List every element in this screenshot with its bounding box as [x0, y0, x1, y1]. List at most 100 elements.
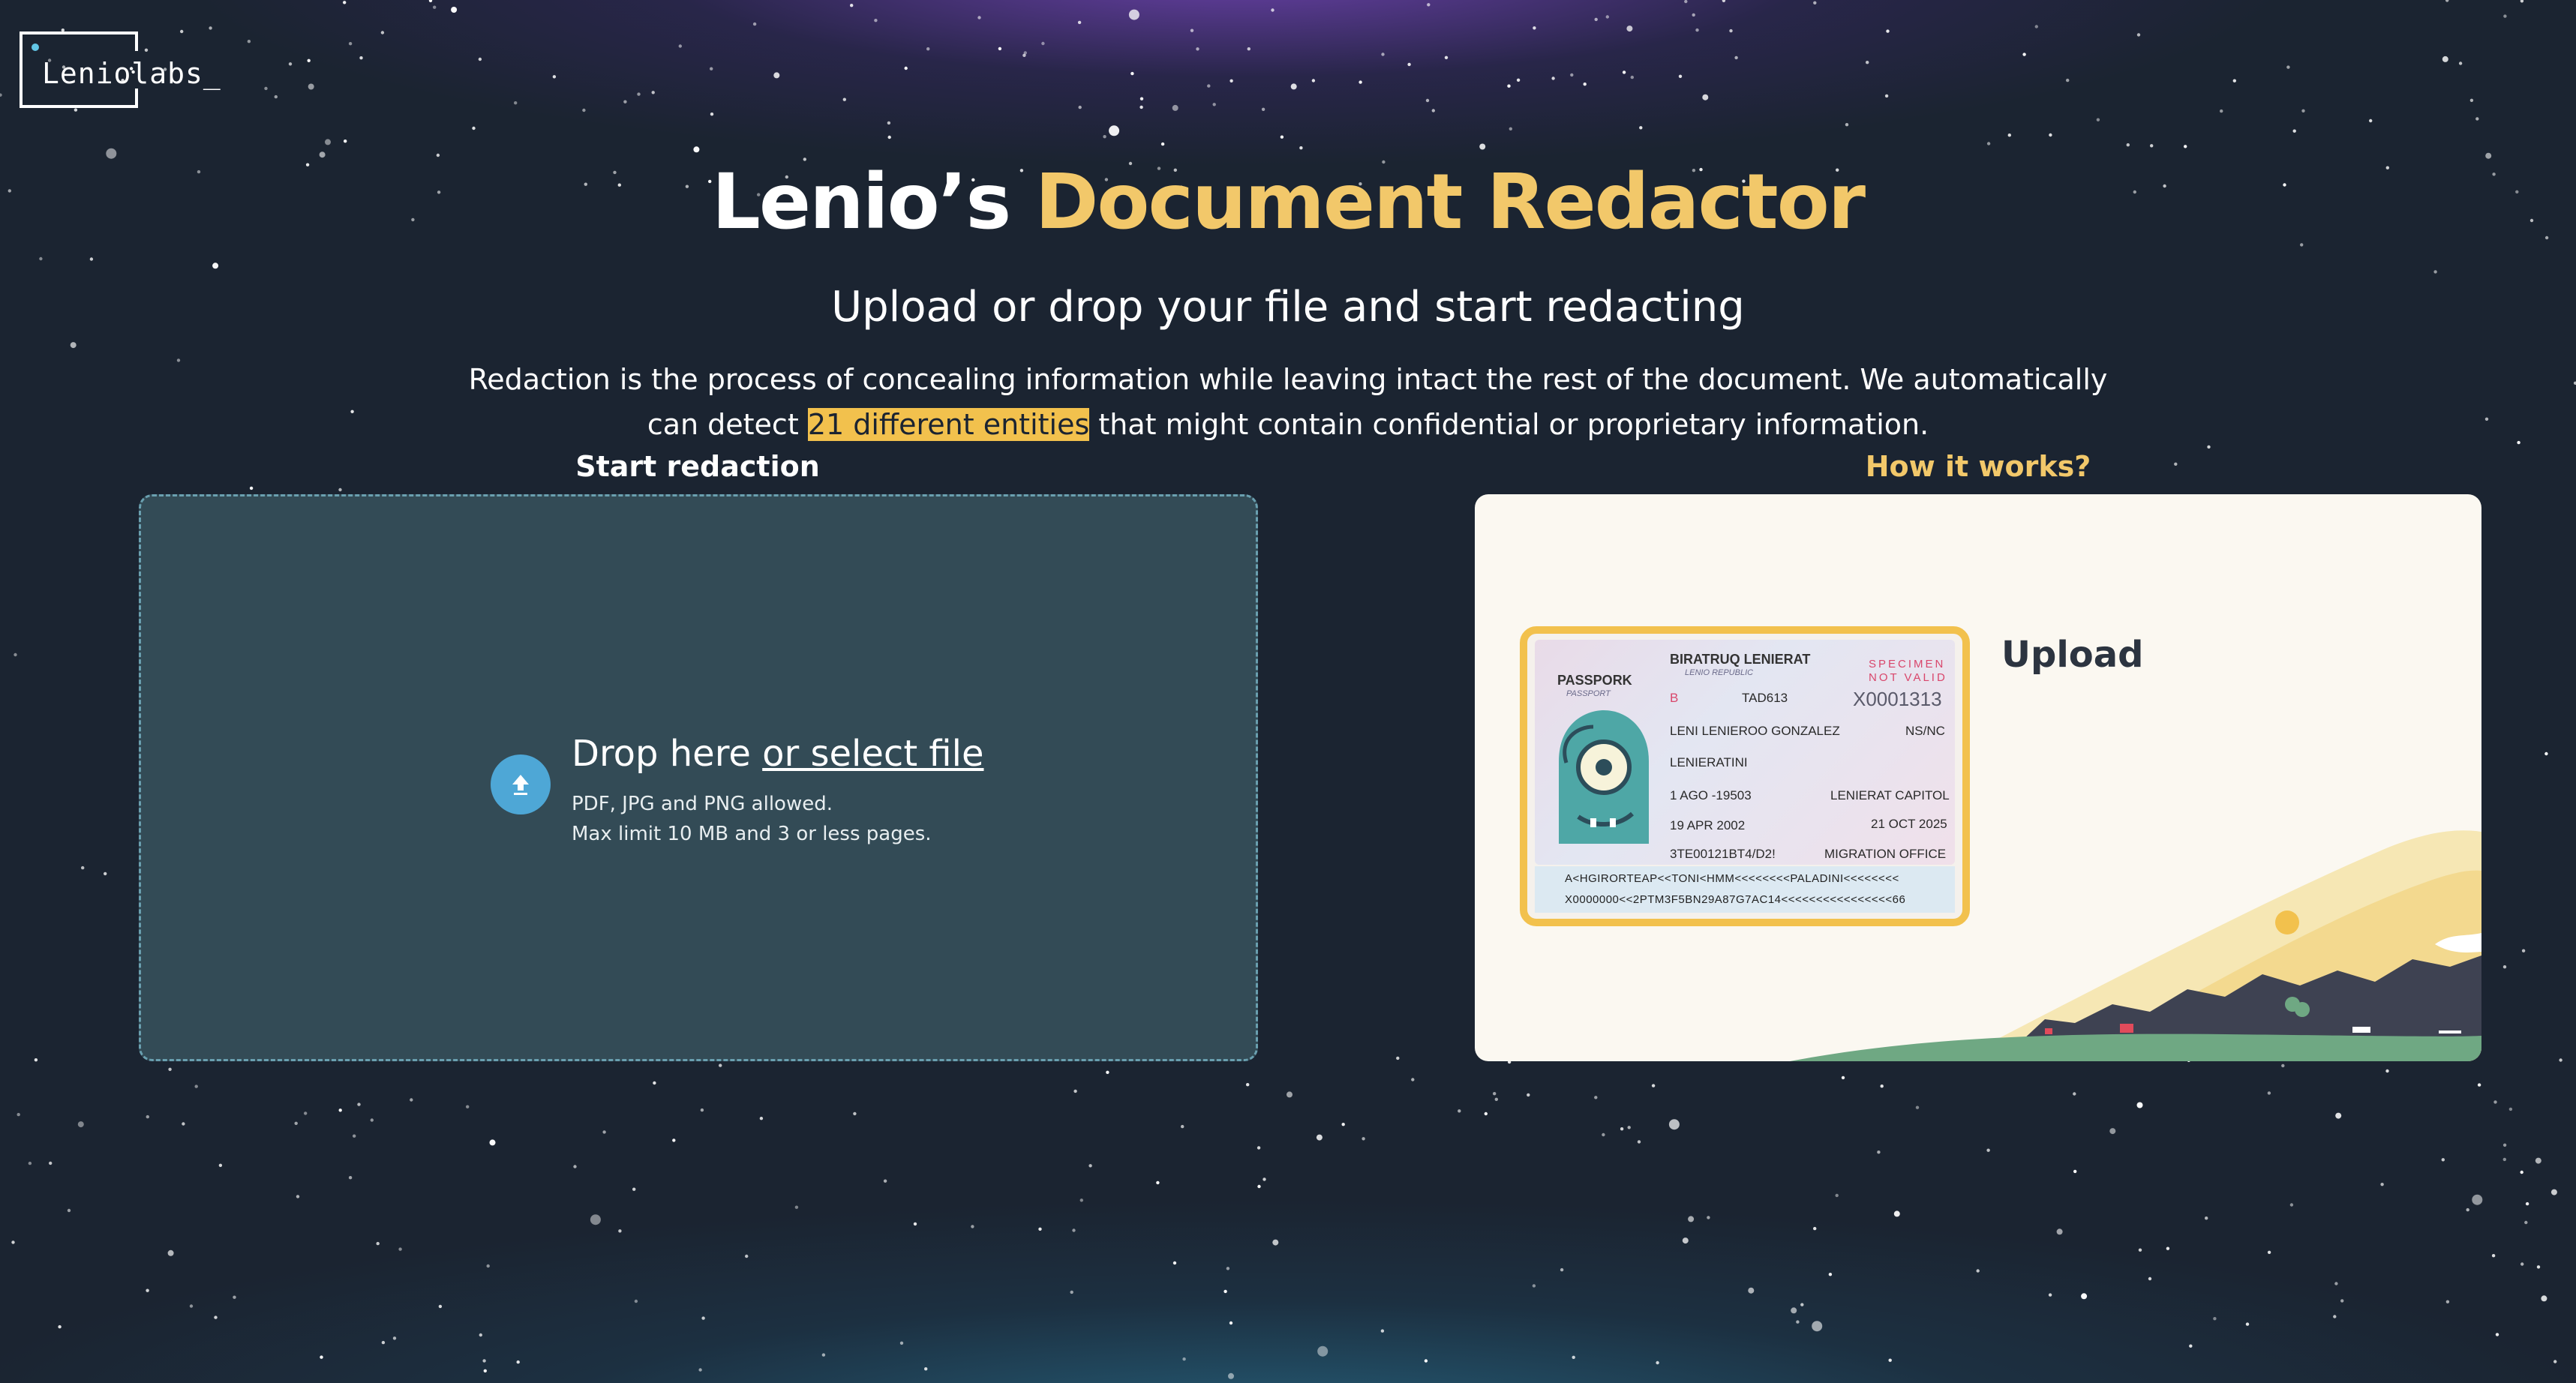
star	[146, 1288, 149, 1292]
star	[1271, 8, 1274, 12]
star	[2385, 1069, 2389, 1073]
star	[1079, 1198, 1084, 1202]
star	[489, 1139, 496, 1146]
star	[2525, 1202, 2529, 1206]
star	[1729, 28, 1733, 33]
star	[2034, 25, 2038, 28]
star	[438, 1304, 443, 1309]
star	[14, 652, 17, 657]
star	[218, 1163, 223, 1168]
star	[2056, 1228, 2063, 1235]
star	[433, 5, 437, 9]
star	[2007, 134, 2011, 137]
star	[651, 91, 655, 94]
star	[1986, 142, 1991, 146]
star	[2205, 1216, 2208, 1220]
star	[28, 1161, 32, 1166]
star	[482, 1359, 486, 1363]
star	[353, 1134, 356, 1138]
star	[1976, 1269, 1980, 1273]
passport-number: X0001313	[1853, 688, 1942, 710]
star	[381, 1340, 386, 1345]
star	[1380, 1329, 1385, 1333]
star	[104, 872, 107, 876]
star	[1088, 1164, 1092, 1168]
passport-personal-no: 3TE00121BT4/D2!	[1670, 847, 1776, 861]
star	[1396, 1056, 1400, 1060]
star	[678, 44, 682, 48]
star	[1261, 107, 1265, 111]
star	[343, 1, 347, 4]
star	[1023, 51, 1028, 55]
star	[2073, 1092, 2076, 1096]
star	[924, 1367, 928, 1371]
star	[2502, 1143, 2507, 1148]
star	[632, 1187, 636, 1191]
star	[1196, 47, 1199, 51]
star	[2109, 1128, 2116, 1135]
star	[466, 1105, 470, 1108]
leniolabs-logo[interactable]: Leniolabs_	[20, 32, 221, 108]
star	[1812, 1321, 1823, 1332]
star	[887, 135, 891, 140]
star	[1494, 1097, 1499, 1102]
size-limit-text: Max limit 10 MB and 3 or less pages.	[572, 823, 932, 845]
star	[1688, 1216, 1695, 1222]
star	[698, 1368, 702, 1372]
star	[2232, 79, 2236, 82]
star	[2535, 1157, 2541, 1164]
star	[483, 1369, 487, 1373]
star	[1915, 1106, 1920, 1109]
star	[618, 1229, 622, 1233]
star	[1427, 3, 1431, 7]
star	[1594, 1096, 1598, 1100]
star	[1884, 94, 1889, 98]
star	[1630, 75, 1634, 80]
star	[2126, 143, 2130, 147]
passport-mrz-line-1: A<HGIRORTEAP<<TONI<HMM<<<<<<<<PALADINI<<…	[1565, 872, 1899, 885]
star	[2544, 752, 2548, 756]
star	[1886, 29, 1890, 33]
passport-nationality: LENIERATINI	[1670, 755, 1748, 770]
star	[2022, 52, 2026, 56]
star	[2520, 1170, 2523, 1174]
star	[2503, 14, 2507, 18]
star	[1290, 83, 1297, 90]
file-dropzone[interactable]: Drop here or select file PDF, JPG and PN…	[139, 494, 1258, 1061]
star	[144, 48, 149, 52]
star	[2477, 1083, 2481, 1087]
star	[2458, 62, 2463, 65]
star	[2267, 1250, 2271, 1255]
star	[794, 1205, 799, 1209]
star	[1626, 26, 1633, 32]
star	[1362, 1137, 1365, 1141]
star	[294, 1121, 298, 1126]
step-title: Upload	[2001, 634, 2144, 676]
star	[1791, 1307, 1797, 1314]
star	[274, 94, 278, 99]
upload-arrow-icon[interactable]	[491, 754, 551, 814]
star	[634, 1299, 638, 1304]
star	[357, 1102, 361, 1106]
star	[376, 1241, 380, 1246]
star	[2517, 440, 2520, 445]
star	[701, 1316, 705, 1320]
star	[344, 140, 347, 143]
select-file-link[interactable]: or select file	[762, 733, 983, 775]
star	[1341, 1123, 1345, 1126]
star	[1172, 1261, 1177, 1265]
star	[167, 1250, 174, 1256]
star	[325, 139, 331, 146]
star	[1073, 1089, 1077, 1094]
star	[1280, 135, 1284, 139]
star	[1678, 74, 1683, 79]
star	[1651, 1084, 1656, 1088]
star	[2292, 129, 2296, 133]
start-redaction-label: Start redaction	[575, 450, 820, 483]
star	[1256, 1146, 1261, 1150]
star	[1835, 1193, 1839, 1198]
star	[1888, 1358, 1892, 1362]
star	[1431, 109, 1436, 112]
star	[1722, 0, 1726, 2]
star	[1359, 80, 1362, 84]
